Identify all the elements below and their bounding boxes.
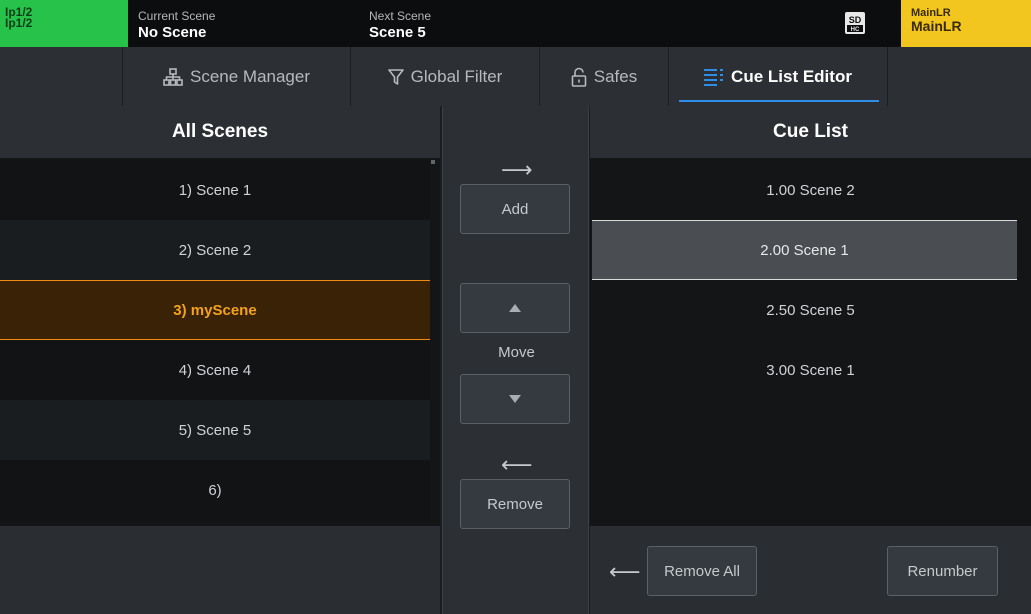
scene-item-label: 4) Scene 4 [178,361,252,379]
cue-item-label: 1.00 Scene 2 [766,181,855,199]
cue-item[interactable]: 1.00 Scene 2 [590,160,1031,220]
tab-spacer [888,47,1031,106]
actions-column: ⟶ Add Move ⟵ Remove [442,106,589,614]
bus-indicator[interactable]: MainLR MainLR [901,0,1031,47]
channel-indicator[interactable]: Ip1/2 Ip1/2 [0,0,128,47]
sd-card-icon: SD HC [845,12,865,34]
tab-label: Scene Manager [189,66,311,86]
next-scene: Next Scene Scene 5 [359,0,589,47]
add-button-label: Add [501,200,529,218]
all-scenes-header: All Scenes [0,106,440,158]
scene-item[interactable]: 5) Scene 5 [0,400,430,460]
cue-list-title: Cue List [773,121,848,142]
channel-line2: Ip1/2 [5,16,33,30]
tab-label: Safes [593,66,638,86]
scene-item-label: 3) myScene [173,301,257,319]
tab-label: Cue List Editor [731,66,852,86]
cue-list-header: Cue List [590,106,1031,158]
next-scene-label: Next Scene [369,9,432,23]
lock-icon [571,67,587,87]
move-up-button[interactable] [460,283,570,333]
triangle-down-icon [509,395,521,403]
tab-bar: Scene Manager Global Filter Safes Cue Li… [0,47,1031,106]
scene-item[interactable]: 2) Scene 2 [0,220,430,280]
left-arrow-icon: ⟵ [609,559,641,584]
current-scene-label: Current Scene [138,9,216,23]
cue-item[interactable]: 3.00 Scene 1 [590,340,1031,400]
cue-item[interactable]: 2.50 Scene 5 [590,280,1031,340]
scene-item-selected[interactable]: 3) myScene [0,280,430,340]
scene-item[interactable]: 6) [0,460,430,520]
remove-button[interactable]: Remove [460,479,570,529]
scene-item-label: 6) [208,481,222,499]
renumber-button[interactable]: Renumber [887,546,998,596]
tab-global-filter[interactable]: Global Filter [351,47,540,106]
current-scene-value: No Scene [138,24,207,41]
cue-item-selected[interactable]: 2.00 Scene 1 [592,220,1017,280]
cue-item-label: 3.00 Scene 1 [766,361,855,379]
tab-safes[interactable]: Safes [540,47,669,106]
remove-all-button[interactable]: Remove All [647,546,757,596]
scene-item[interactable]: 1) Scene 1 [0,160,430,220]
move-down-button[interactable] [460,374,570,424]
hierarchy-icon [163,67,183,86]
left-arrow-icon: ⟵ [501,452,533,477]
renumber-button-label: Renumber [907,562,978,580]
triangle-up-icon [509,304,521,312]
tab-cue-list-editor[interactable]: Cue List Editor [669,47,888,106]
all-scenes-footer [0,526,440,614]
cue-list-footer: ⟵ Remove All Renumber [590,526,1031,614]
move-label: Move [498,344,535,361]
next-scene-value: Scene 5 [369,24,426,41]
bus-line2: MainLR [911,18,962,34]
cue-item-label: 2.50 Scene 5 [766,301,855,319]
current-scene: Current Scene No Scene [128,0,358,47]
svg-text:HC: HC [851,27,860,33]
status-bar: Ip1/2 Ip1/2 Current Scene No Scene Next … [0,0,1031,47]
remove-all-button-label: Remove All [664,562,740,580]
remove-button-label: Remove [487,495,543,513]
cue-item-label: 2.00 Scene 1 [760,241,849,259]
tab-scene-manager[interactable]: Scene Manager [123,47,351,106]
all-scenes-title: All Scenes [171,121,269,142]
filter-icon [387,68,404,85]
svg-text:SD: SD [849,15,862,25]
right-arrow-icon: ⟶ [501,157,533,182]
scene-item[interactable]: 4) Scene 4 [0,340,430,400]
all-scenes-list[interactable]: 1) Scene 1 2) Scene 2 3) myScene 4) Scen… [0,158,440,526]
list-icon [704,68,724,86]
tab-label: Global Filter [410,66,503,86]
scene-item-label: 2) Scene 2 [178,241,252,259]
scrollbar-indicator[interactable] [431,160,435,164]
add-button[interactable]: Add [460,184,570,234]
scene-item-label: 5) Scene 5 [178,421,252,439]
tab-spacer [0,47,123,106]
scene-item-label: 1) Scene 1 [178,181,252,199]
cue-list[interactable]: 1.00 Scene 2 2.00 Scene 1 2.50 Scene 5 3… [590,158,1031,526]
